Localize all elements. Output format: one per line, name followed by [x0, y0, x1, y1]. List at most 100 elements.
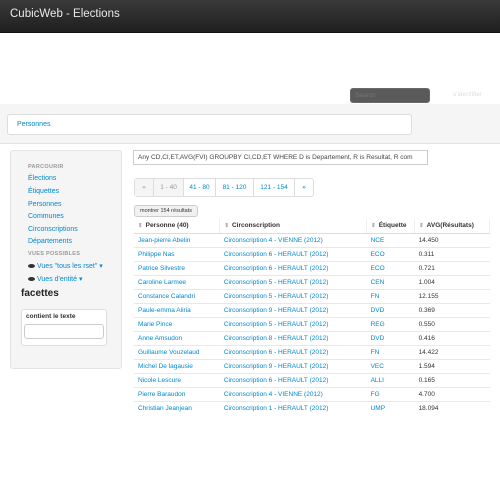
cell-circonscription-link[interactable]: Circonscription 6 - HERAULT (2012)	[224, 377, 329, 384]
cell-circonscription[interactable]: Circonscription 4 - VIENNE (2012)	[219, 386, 367, 401]
cell-etiquette-link[interactable]: UMP	[371, 405, 385, 412]
sidebar-link-circonscriptions[interactable]: Circonscriptions	[28, 226, 78, 233]
cell-personne-link[interactable]: Anne Amsudon	[138, 335, 182, 342]
cell-personne-link[interactable]: Christian Jeanjean	[138, 405, 192, 412]
cell-circonscription[interactable]: Circonscription 6 - HERAULT (2012)	[219, 260, 367, 275]
cell-etiquette[interactable]: UMP	[366, 400, 415, 415]
cell-personne[interactable]: Paule-emma Aliria	[134, 302, 220, 317]
cell-etiquette-link[interactable]: DVD	[371, 307, 385, 314]
cell-personne-link[interactable]: Michel De lagausie	[138, 363, 193, 370]
column-header-etiquette[interactable]: ⇕ Étiquette	[366, 219, 416, 234]
cell-personne-link[interactable]: Nicole Lescure	[138, 377, 181, 384]
cell-personne-link[interactable]: Marie Pince	[138, 321, 172, 328]
app-title[interactable]: CubicWeb - Elections	[10, 8, 120, 20]
cell-circonscription-link[interactable]: Circonscription 9 - HERAULT (2012)	[224, 363, 329, 370]
cell-etiquette[interactable]: FN	[366, 344, 415, 359]
cell-personne-link[interactable]: Pierre Baraudon	[138, 391, 185, 398]
cell-etiquette-link[interactable]: VEC	[371, 363, 384, 370]
sidebar-link-etiquettes[interactable]: Étiquettes	[28, 188, 59, 195]
pager-next[interactable]: »	[295, 179, 313, 196]
sidebar-link-personnes[interactable]: Personnes	[28, 201, 61, 208]
vues-entite-dropdown[interactable]: Vues d'entité ▾	[28, 275, 82, 283]
column-header-personne[interactable]: ⇕ Personne (40)	[134, 219, 221, 234]
cell-personne[interactable]: Michel De lagausie	[134, 358, 220, 373]
cell-personne-link[interactable]: Guillaume Vouzelaud	[138, 349, 199, 356]
cell-etiquette[interactable]: REG	[366, 316, 415, 331]
cell-etiquette-link[interactable]: FN	[371, 349, 380, 356]
pager-page-3[interactable]: 81 - 120	[216, 179, 254, 196]
cell-personne-link[interactable]: Paule-emma Aliria	[138, 307, 191, 314]
rql-input[interactable]	[133, 150, 428, 165]
cell-circonscription[interactable]: Circonscription 8 - HERAULT (2012)	[219, 330, 367, 345]
cell-circonscription-link[interactable]: Circonscription 1 - HERAULT (2012)	[224, 405, 329, 412]
cell-circonscription[interactable]: Circonscription 5 - HERAULT (2012)	[219, 316, 367, 331]
cell-personne[interactable]: Marie Pince	[134, 316, 220, 331]
cell-circonscription[interactable]: Circonscription 5 - HERAULT (2012)	[219, 288, 367, 303]
breadcrumb-item-personnes[interactable]: Personnes	[17, 121, 50, 128]
cell-etiquette-link[interactable]: REG	[371, 321, 385, 328]
facet-text-input[interactable]	[24, 324, 104, 339]
cell-etiquette[interactable]: FN	[366, 288, 415, 303]
cell-etiquette-link[interactable]: CEN	[371, 279, 385, 286]
cell-etiquette-link[interactable]: FG	[371, 391, 380, 398]
cell-circonscription-link[interactable]: Circonscription 5 - HERAULT (2012)	[224, 293, 329, 300]
cell-etiquette[interactable]: ALLI	[366, 372, 415, 387]
cell-circonscription[interactable]: Circonscription 6 - HERAULT (2012)	[219, 372, 367, 387]
cell-circonscription-link[interactable]: Circonscription 5 - HERAULT (2012)	[224, 321, 329, 328]
cell-etiquette[interactable]: NCE	[366, 232, 415, 247]
cell-etiquette[interactable]: ECO	[366, 246, 415, 261]
sidebar-link-departements[interactable]: Départements	[28, 238, 72, 245]
cell-etiquette[interactable]: CEN	[366, 274, 415, 289]
cell-etiquette[interactable]: DVD	[366, 330, 415, 345]
cell-circonscription-link[interactable]: Circonscription 9 - HERAULT (2012)	[224, 307, 329, 314]
sidebar-link-communes[interactable]: Communes	[28, 213, 64, 220]
cell-personne[interactable]: Jean-pierre Abelin	[134, 232, 220, 247]
cell-personne[interactable]: Nicole Lescure	[134, 372, 220, 387]
search-input[interactable]	[350, 88, 430, 103]
cell-circonscription-link[interactable]: Circonscription 8 - HERAULT (2012)	[224, 335, 329, 342]
cell-etiquette-link[interactable]: FN	[371, 293, 380, 300]
cell-circonscription[interactable]: Circonscription 1 - HERAULT (2012)	[219, 400, 367, 415]
login-link[interactable]: s'identifier	[453, 91, 482, 98]
pager-page-4[interactable]: 121 - 154	[254, 179, 295, 196]
cell-personne[interactable]: Guillaume Vouzelaud	[134, 344, 220, 359]
column-header-circonscription[interactable]: ⇕ Circonscription	[219, 219, 368, 234]
cell-personne[interactable]: Pierre Baraudon	[134, 386, 220, 401]
cell-personne[interactable]: Anne Amsudon	[134, 330, 220, 345]
cell-circonscription-link[interactable]: Circonscription 6 - HERAULT (2012)	[224, 251, 329, 258]
cell-personne-link[interactable]: Philippe Nas	[138, 251, 175, 258]
cell-personne-link[interactable]: Caroline Larmee	[138, 279, 186, 286]
sidebar-link-elections[interactable]: Élections	[28, 175, 56, 182]
cell-personne[interactable]: Philippe Nas	[134, 246, 220, 261]
cell-etiquette[interactable]: VEC	[366, 358, 415, 373]
cell-circonscription[interactable]: Circonscription 5 - HERAULT (2012)	[219, 274, 367, 289]
cell-circonscription[interactable]: Circonscription 9 - HERAULT (2012)	[219, 358, 367, 373]
cell-circonscription-link[interactable]: Circonscription 6 - HERAULT (2012)	[224, 265, 329, 272]
cell-circonscription-link[interactable]: Circonscription 4 - VIENNE (2012)	[224, 237, 323, 244]
cell-circonscription[interactable]: Circonscription 6 - HERAULT (2012)	[219, 344, 367, 359]
cell-circonscription[interactable]: Circonscription 6 - HERAULT (2012)	[219, 246, 367, 261]
pager-page-1[interactable]: 1 - 40	[154, 179, 184, 196]
cell-personne[interactable]: Caroline Larmee	[134, 274, 220, 289]
cell-etiquette-link[interactable]: NCE	[371, 237, 385, 244]
cell-etiquette[interactable]: ECO	[366, 260, 415, 275]
cell-personne-link[interactable]: Constance Calandri	[138, 293, 195, 300]
cell-personne[interactable]: Constance Calandri	[134, 288, 220, 303]
cell-circonscription-link[interactable]: Circonscription 5 - HERAULT (2012)	[224, 279, 329, 286]
cell-personne[interactable]: Patrice Silvestre	[134, 260, 220, 275]
pager-page-2[interactable]: 41 - 80	[184, 179, 216, 196]
show-all-button[interactable]: montrer 154 résultats	[134, 205, 198, 217]
cell-personne-link[interactable]: Patrice Silvestre	[138, 265, 185, 272]
cell-circonscription[interactable]: Circonscription 9 - HERAULT (2012)	[219, 302, 367, 317]
cell-circonscription-link[interactable]: Circonscription 6 - HERAULT (2012)	[224, 349, 329, 356]
cell-etiquette-link[interactable]: ECO	[371, 265, 385, 272]
vues-tous-rset-dropdown[interactable]: Vues "tous les rset" ▾	[28, 262, 103, 270]
cell-etiquette[interactable]: FG	[366, 386, 415, 401]
cell-etiquette-link[interactable]: DVD	[371, 335, 385, 342]
cell-personne-link[interactable]: Jean-pierre Abelin	[138, 237, 190, 244]
cell-circonscription-link[interactable]: Circonscription 4 - VIENNE (2012)	[224, 391, 323, 398]
cell-etiquette-link[interactable]: ECO	[371, 251, 385, 258]
cell-etiquette[interactable]: DVD	[366, 302, 415, 317]
cell-circonscription[interactable]: Circonscription 4 - VIENNE (2012)	[219, 232, 367, 247]
pager-prev[interactable]: «	[135, 179, 154, 196]
